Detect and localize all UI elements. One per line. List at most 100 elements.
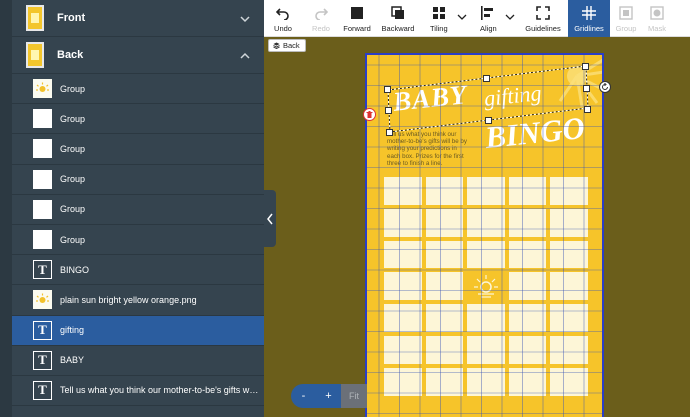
bingo-cell xyxy=(550,304,588,332)
bingo-cell xyxy=(550,208,588,237)
resize-handle-bottom[interactable] xyxy=(485,117,492,124)
text-layer-icon: T xyxy=(33,260,52,280)
bingo-cell xyxy=(425,240,464,269)
forward-button[interactable]: Forward xyxy=(340,0,374,37)
resize-handle-bottom-left[interactable] xyxy=(386,129,393,136)
layer-list: Group Group Group Group Group Group T BINGO plai… xyxy=(12,74,264,407)
layer-label: Group xyxy=(60,174,86,185)
group-thumbnail xyxy=(33,139,52,159)
layer-row[interactable]: T BABY xyxy=(12,346,264,376)
redo-label: Redo xyxy=(312,24,330,33)
resize-handle-right[interactable] xyxy=(583,85,590,92)
zoom-fit-button[interactable]: Fit xyxy=(341,384,367,408)
bingo-cell xyxy=(384,272,422,301)
forward-label: Forward xyxy=(343,24,371,33)
bingo-cell xyxy=(425,272,464,301)
tiling-icon xyxy=(433,7,445,19)
bingo-cell xyxy=(467,240,505,269)
resize-handle-left[interactable] xyxy=(385,107,392,114)
tiling-label: Tiling xyxy=(430,24,448,33)
resize-handle-top[interactable] xyxy=(483,75,490,82)
delete-handle[interactable] xyxy=(363,108,376,121)
mask-button[interactable]: Mask xyxy=(642,0,672,37)
group-thumbnail xyxy=(33,230,52,250)
layer-row[interactable]: Group xyxy=(12,134,264,165)
chevron-left-icon xyxy=(267,213,273,224)
mask-label: Mask xyxy=(648,24,666,33)
chevron-down-icon xyxy=(457,14,467,20)
bingo-cell xyxy=(550,240,588,269)
sun-thumbnail-icon xyxy=(33,290,52,310)
bingo-cell xyxy=(425,367,464,396)
tiling-button[interactable]: Tiling xyxy=(422,0,470,37)
layer-label: Group xyxy=(60,83,86,94)
layer-row[interactable]: Group xyxy=(12,104,264,135)
zoom-out-button[interactable]: - xyxy=(291,384,316,408)
mask-icon xyxy=(650,6,664,20)
rotate-icon xyxy=(602,83,608,90)
selection-box[interactable] xyxy=(370,58,610,138)
bingo-cell xyxy=(508,177,547,205)
undo-button[interactable]: Undo xyxy=(264,0,302,37)
bingo-cell xyxy=(550,367,588,396)
sun-icon xyxy=(36,293,49,304)
group-button[interactable]: Group xyxy=(610,0,642,37)
layer-label: Group xyxy=(60,234,86,245)
layer-label: Group xyxy=(60,113,86,124)
layer-row[interactable]: T Tell us what you think our mother-to-be… xyxy=(12,376,264,407)
bingo-cell xyxy=(508,272,547,301)
left-strip xyxy=(0,0,12,417)
backward-button[interactable]: Backward xyxy=(374,0,422,37)
undo-icon xyxy=(276,8,289,20)
bingo-cell xyxy=(384,208,422,237)
bingo-cell xyxy=(425,304,464,332)
bingo-cell xyxy=(467,335,505,364)
redo-button[interactable]: Redo xyxy=(302,0,340,37)
collapse-panel-button[interactable] xyxy=(264,190,276,247)
backward-label: Backward xyxy=(381,24,415,33)
bingo-cell xyxy=(467,304,505,332)
redo-icon xyxy=(315,8,328,20)
bingo-grid[interactable] xyxy=(384,177,588,396)
resize-handle-top-right[interactable] xyxy=(582,63,589,70)
resize-handle-top-left[interactable] xyxy=(384,86,391,93)
layer-row[interactable]: plain sun bright yellow orange.png xyxy=(12,285,264,316)
toolbar: Undo Redo Forward Backward Tiling Align … xyxy=(264,0,690,37)
bring-forward-icon xyxy=(351,7,363,19)
align-button[interactable]: Align xyxy=(470,0,518,37)
send-backward-icon xyxy=(391,6,404,19)
text-layer-icon: T xyxy=(33,380,52,400)
layer-row[interactable]: Tgifting xyxy=(12,315,264,346)
group-icon xyxy=(619,6,633,20)
align-label: Align xyxy=(480,24,497,33)
chevron-down-icon xyxy=(505,14,515,20)
layer-label: gifting xyxy=(60,325,85,336)
resize-handle-bottom-right[interactable] xyxy=(584,106,591,113)
layer-label: BINGO xyxy=(60,264,90,275)
bingo-cell xyxy=(550,335,588,364)
front-thumbnail xyxy=(26,5,44,31)
sun-thumbnail-icon xyxy=(33,79,52,99)
layer-row[interactable]: T BINGO xyxy=(12,255,264,286)
rotate-handle[interactable] xyxy=(599,81,611,93)
group-thumbnail xyxy=(33,169,52,189)
zoom-in-button[interactable]: + xyxy=(316,384,341,408)
layer-row[interactable]: Group xyxy=(12,195,264,225)
bingo-cell xyxy=(508,367,547,396)
layer-label: BABY xyxy=(60,355,85,366)
layer-row[interactable]: Group xyxy=(12,165,264,195)
chevron-down-icon[interactable] xyxy=(238,12,252,26)
layer-label: Group xyxy=(60,204,86,215)
layer-row[interactable]: Group xyxy=(12,74,264,105)
bingo-cell xyxy=(467,177,505,205)
chevron-up-icon[interactable] xyxy=(238,49,252,63)
layer-section-back[interactable]: Back xyxy=(12,37,264,74)
layer-section-front[interactable]: Front xyxy=(12,0,264,37)
gridlines-button[interactable]: Gridlines xyxy=(568,0,610,37)
guidelines-button[interactable]: Guidelines xyxy=(518,0,568,37)
layer-row[interactable]: Group xyxy=(12,225,264,256)
trash-icon xyxy=(366,111,373,118)
bingo-cell xyxy=(384,240,422,269)
layer-label: Group xyxy=(60,143,86,154)
zoom-control: - + Fit xyxy=(291,384,367,408)
